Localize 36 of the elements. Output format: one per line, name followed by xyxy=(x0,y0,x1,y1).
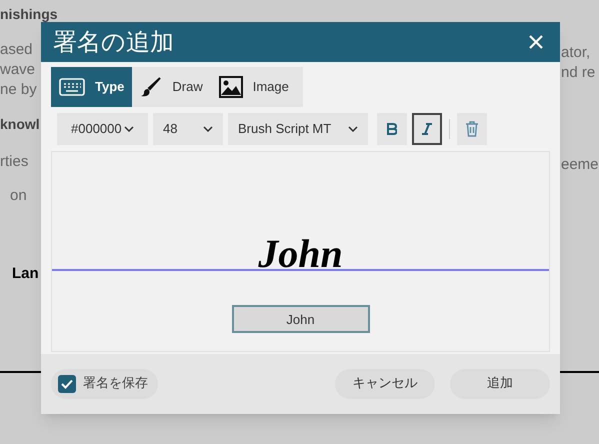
keyboard-icon xyxy=(59,78,85,96)
size-select[interactable]: 48 xyxy=(153,113,223,145)
image-icon xyxy=(218,76,243,98)
delete-button[interactable] xyxy=(457,113,487,145)
italic-icon xyxy=(422,123,432,135)
bold-button[interactable] xyxy=(377,113,407,145)
color-select[interactable]: #000000 xyxy=(57,113,148,145)
trash-icon xyxy=(465,121,479,137)
bold-icon xyxy=(387,123,397,135)
body-text: nd re xyxy=(561,63,596,83)
tab[interactable]: Type xyxy=(51,67,132,107)
signature-canvas[interactable]: John John xyxy=(51,151,550,352)
brush-icon xyxy=(140,76,162,98)
italic-button[interactable] xyxy=(412,113,442,145)
signature-preview: John xyxy=(258,230,343,278)
checkbox-checked-icon xyxy=(58,375,76,393)
chevron-icon xyxy=(348,126,358,132)
chevron-icon xyxy=(203,126,213,132)
cancel-button[interactable]: キャンセル xyxy=(335,369,435,399)
body-text: wave xyxy=(0,60,36,80)
body-text: eeme xyxy=(561,155,599,175)
signature-input[interactable]: John xyxy=(232,305,370,333)
body-text: on xyxy=(9,186,27,206)
add-button[interactable]: 追加 xyxy=(450,369,550,399)
save-signature-checkbox[interactable]: 署名を保存 xyxy=(51,369,158,399)
section-heading: nishings xyxy=(0,5,58,24)
body-text: ator, xyxy=(561,43,590,63)
section-heading: knowl xyxy=(0,115,40,134)
body-text: rties xyxy=(0,152,28,172)
body-text: ased xyxy=(0,40,33,60)
chevron-icon xyxy=(124,126,134,132)
body-text: ne by xyxy=(0,80,37,100)
field-label: Lan xyxy=(11,264,39,284)
dialog-title: 署名の追加 xyxy=(53,27,174,58)
font-select[interactable]: Brush Script MT xyxy=(228,113,368,145)
close-icon xyxy=(528,34,544,50)
